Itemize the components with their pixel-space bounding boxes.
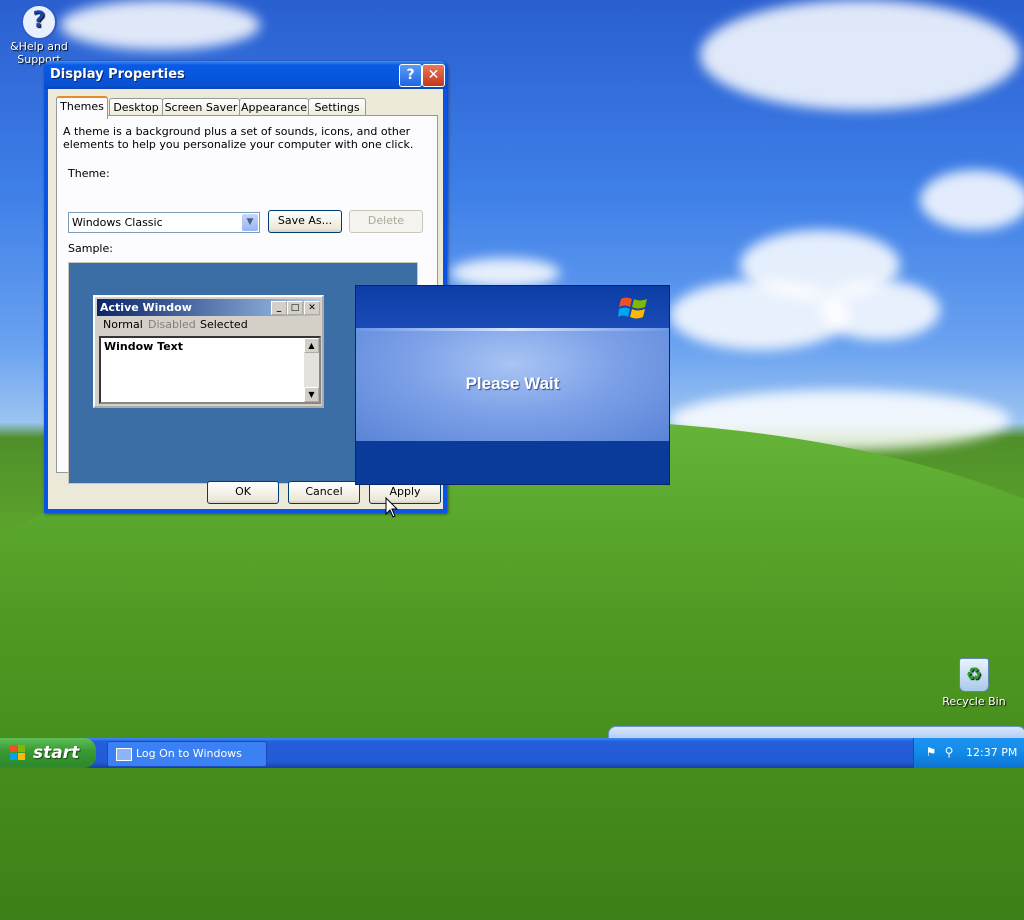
taskbar-item-log-on[interactable]: Log On to Windows: [107, 741, 267, 767]
network-icon[interactable]: ⚑: [924, 745, 938, 759]
sample-menu-selected: Selected: [200, 318, 248, 331]
windows-logo-icon: [618, 297, 647, 319]
desktop-icon-help[interactable]: ? &Help and Support: [4, 4, 74, 66]
system-tray: ⚑ ⚲ 12:37 PM: [913, 738, 1024, 768]
tab-themes[interactable]: Themes: [56, 96, 108, 119]
sample-menu-disabled: Disabled: [148, 318, 196, 331]
desktop-icon-label: Recycle Bin: [942, 695, 1006, 708]
close-icon: ✕: [427, 67, 440, 83]
help-icon: ?: [21, 4, 57, 40]
close-button[interactable]: ✕: [422, 64, 445, 87]
save-as-button[interactable]: Save As...: [268, 210, 342, 233]
please-wait-dialog: Please Wait: [355, 285, 670, 485]
mouse-cursor-icon: [385, 497, 399, 518]
theme-label: Theme:: [68, 167, 110, 180]
chevron-down-icon[interactable]: ▼: [242, 214, 258, 231]
minimize-icon: _: [271, 301, 287, 315]
start-label: start: [33, 743, 80, 763]
start-button[interactable]: start: [0, 738, 96, 768]
cancel-button[interactable]: Cancel: [288, 481, 360, 504]
search-icon[interactable]: ⚲: [942, 745, 956, 759]
sample-menu-normal: Normal: [103, 318, 143, 331]
window-icon: [116, 748, 132, 761]
clock[interactable]: 12:37 PM: [966, 746, 1017, 759]
question-mark-icon: ?: [406, 67, 415, 83]
recycle-bin-icon: ♻: [959, 658, 989, 692]
maximize-icon: □: [287, 301, 303, 315]
sample-scrollbar: ▲ ▼: [304, 338, 319, 402]
sample-text-area: Window Text ▲ ▼: [99, 336, 321, 404]
help-button[interactable]: ?: [399, 64, 422, 87]
windows-flag-icon: [10, 745, 25, 760]
title-bar[interactable]: Display Properties ? ✕: [44, 61, 447, 89]
please-wait-message: Please Wait: [465, 374, 560, 393]
sample-window-title: Active Window: [100, 301, 192, 314]
sample-label: Sample:: [68, 242, 113, 255]
theme-select[interactable]: Windows Classic ▼: [68, 212, 260, 233]
scroll-up-icon: ▲: [304, 338, 319, 353]
scroll-down-icon: ▼: [304, 387, 319, 402]
taskbar-item-label: Log On to Windows: [136, 747, 242, 760]
sample-window-titlebar: Active Window _ □ ✕: [97, 299, 320, 316]
delete-button[interactable]: Delete: [349, 210, 423, 233]
please-wait-header: [356, 286, 669, 328]
ok-button[interactable]: OK: [207, 481, 279, 504]
sample-active-window: Active Window _ □ ✕ Normal Disabled Sele…: [93, 295, 324, 408]
taskbar: start Log On to Windows ⚑ ⚲ 12:37 PM: [0, 738, 1024, 768]
window-title: Display Properties: [50, 67, 185, 82]
please-wait-footer: [356, 441, 669, 484]
sample-window-text: Window Text: [104, 340, 184, 353]
close-icon: ✕: [304, 301, 320, 315]
theme-select-value: Windows Classic: [72, 216, 163, 229]
theme-description: A theme is a background plus a set of so…: [63, 125, 414, 151]
desktop-icon-recycle-bin[interactable]: ♻ Recycle Bin: [939, 658, 1009, 708]
